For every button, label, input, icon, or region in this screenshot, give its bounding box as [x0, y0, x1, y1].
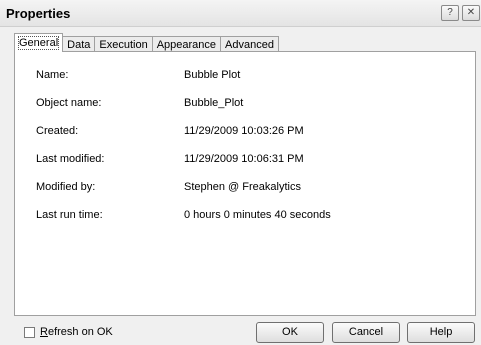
refresh-access-key: R [40, 326, 48, 338]
close-icon[interactable]: ✕ [462, 5, 480, 21]
tab-general[interactable]: General [14, 33, 64, 52]
refresh-on-ok-option[interactable]: Refresh on OK [24, 326, 113, 338]
last-modified-label: Last modified: [36, 153, 105, 165]
properties-dialog: Properties ? ✕ General Data Execution Ap… [0, 0, 481, 345]
modified-by-label: Modified by: [36, 181, 96, 193]
window-title: Properties [6, 6, 71, 21]
refresh-on-ok-label: Refresh on OK [40, 326, 113, 338]
refresh-on-ok-checkbox[interactable] [24, 326, 35, 338]
help-button[interactable]: Help [407, 322, 475, 343]
tab-strip: General Data Execution Appearance Advanc… [14, 33, 279, 52]
created-value: 11/29/2009 10:03:26 PM [184, 125, 304, 137]
title-bar: Properties ? ✕ [0, 0, 481, 27]
last-run-label: Last run time: [36, 209, 103, 221]
general-panel: Name: Bubble Plot Object name: Bubble_Pl… [14, 51, 476, 316]
tab-appearance[interactable]: Appearance [151, 36, 222, 52]
help-title-button[interactable]: ? [441, 5, 459, 21]
tab-advanced[interactable]: Advanced [220, 36, 279, 52]
modified-by-value: Stephen @ Freakalytics [184, 181, 301, 193]
object-name-label: Object name: [36, 97, 102, 109]
object-name-value: Bubble_Plot [184, 97, 244, 109]
name-label: Name: [36, 69, 69, 81]
last-modified-value: 11/29/2009 10:06:31 PM [184, 153, 304, 165]
cancel-button[interactable]: Cancel [332, 322, 400, 343]
name-value: Bubble Plot [184, 69, 241, 81]
created-label: Created: [36, 125, 79, 137]
tab-data[interactable]: Data [62, 36, 96, 52]
tab-general-label: General [17, 36, 60, 50]
tab-execution[interactable]: Execution [94, 36, 153, 52]
refresh-label-rest: efresh on OK [47, 326, 113, 338]
last-run-value: 0 hours 0 minutes 40 seconds [184, 209, 331, 221]
ok-button[interactable]: OK [256, 322, 324, 343]
